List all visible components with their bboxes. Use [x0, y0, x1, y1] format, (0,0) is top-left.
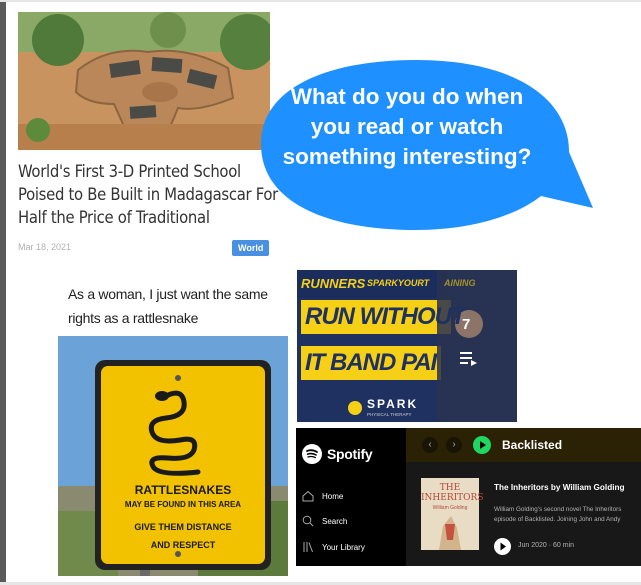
cover-title: THE INHERITORS: [421, 483, 484, 503]
video-banner-left: RUNNERS: [301, 276, 366, 291]
meme-caption: As a woman, I just want the same rights …: [68, 286, 268, 326]
spotify-logo-text: Spotify: [327, 446, 373, 462]
video-headline-2: IT BAND PAI: [305, 349, 437, 376]
episode-description: William Golding's second novel The Inher…: [494, 505, 641, 525]
cover-art-icon: [439, 516, 461, 550]
video-brand-sub: PHYSICAL THERAPY: [367, 412, 412, 417]
play-icon: [480, 441, 486, 449]
window-top-border: [0, 0, 641, 2]
sign-line-2: MAY BE FOUND IN THIS AREA: [124, 500, 242, 509]
article-title[interactable]: World's First 3-D Printed School Poised …: [18, 160, 278, 229]
printed-school-photo-icon: [18, 12, 270, 150]
video-thumbnail[interactable]: RUNNERS SPARKYOURT AINING RUN WITHOUT IT…: [297, 270, 517, 422]
sign-line-4: AND RESPECT: [150, 540, 216, 550]
video-headline-1: RUN WITHOUT: [305, 303, 466, 330]
spotify-header: ‹ › Backlisted: [406, 428, 641, 462]
episode-cover[interactable]: THE INHERITORS William Golding: [421, 478, 484, 550]
playlist-icon[interactable]: [459, 350, 479, 368]
episode-meta: Jun 2020 · 60 min: [518, 542, 575, 549]
forward-arrow-icon[interactable]: ›: [446, 437, 462, 453]
sign-line-1: RATTLESNAKES: [134, 483, 232, 497]
nav-library[interactable]: Your Library: [302, 541, 365, 553]
episode-title[interactable]: The Inheritors by William Golding: [494, 483, 624, 492]
play-icon: [500, 542, 506, 551]
library-icon: [303, 542, 313, 553]
spotify-sidebar: Spotify Home Search Your Library: [296, 428, 406, 566]
spotify-logo[interactable]: Spotify: [302, 444, 373, 464]
nav-library-label: Your Library: [322, 542, 365, 552]
episode-play-button[interactable]: [494, 538, 511, 555]
home-icon: [302, 490, 314, 502]
category-badge[interactable]: World: [232, 240, 270, 256]
episode-description-line-1: William Golding's second novel The Inher…: [494, 506, 622, 513]
video-banner-right-tail: AINING: [444, 278, 476, 288]
nav-search-label: Search: [322, 516, 348, 526]
play-button[interactable]: [473, 436, 491, 454]
podcast-title: Backlisted: [502, 438, 563, 452]
rattlesnake-sign-photo[interactable]: RATTLESNAKES MAY BE FOUND IN THIS AREA G…: [58, 336, 288, 576]
nav-home[interactable]: Home: [302, 490, 343, 502]
article-date: Mar 18, 2021: [18, 242, 72, 252]
spotify-window: Spotify Home Search Your Library ‹ › Bac…: [296, 428, 641, 566]
nav-search[interactable]: Search: [302, 515, 347, 527]
spotify-main: ‹ › Backlisted THE INHERITORS William Go…: [406, 428, 641, 566]
episode-description-line-2: episode of Backlisted. Joining John and …: [494, 516, 621, 523]
search-icon: [302, 515, 314, 527]
cover-author: William Golding: [432, 505, 468, 511]
video-brand: SPARK: [367, 397, 419, 411]
spotify-logo-icon: [302, 444, 322, 464]
window-left-border: [0, 0, 6, 585]
playlist-count: 7: [462, 316, 471, 333]
video-banner-right: SPARKYOURT: [367, 278, 430, 288]
nav-home-label: Home: [322, 491, 344, 501]
article-image[interactable]: [18, 12, 270, 150]
bubble-text: What do you do when you read or watch so…: [282, 84, 532, 169]
back-arrow-icon[interactable]: ‹: [422, 437, 438, 453]
sign-line-3: GIVE THEM DISTANCE: [134, 522, 232, 532]
